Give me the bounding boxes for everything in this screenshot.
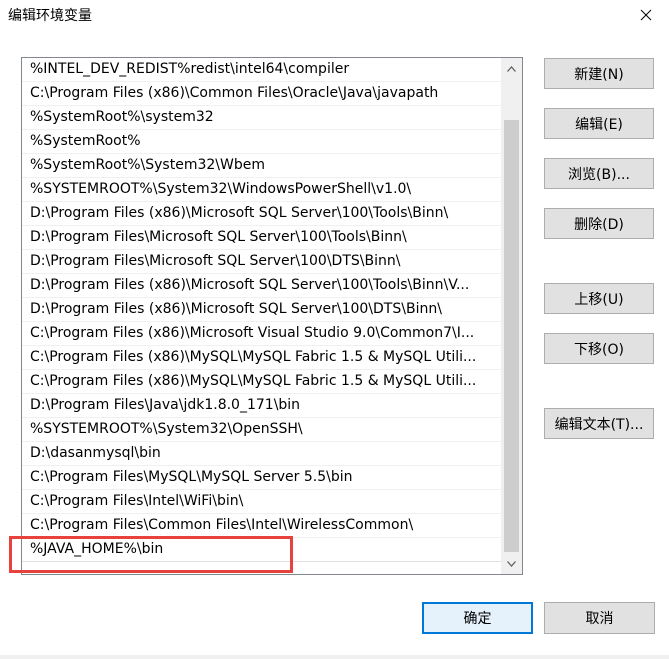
path-list-item[interactable]: D:\Program Files (x86)\Microsoft SQL Ser… bbox=[22, 274, 501, 298]
delete-button[interactable]: 删除(D) bbox=[544, 208, 654, 239]
new-button[interactable]: 新建(N) bbox=[544, 58, 654, 89]
bottom-divider bbox=[0, 655, 669, 659]
scroll-up-button[interactable] bbox=[501, 60, 522, 77]
path-list-item[interactable]: D:\Program Files (x86)\Microsoft SQL Ser… bbox=[22, 298, 501, 322]
path-list-item[interactable]: C:\Program Files (x86)\MySQL\MySQL Fabri… bbox=[22, 346, 501, 370]
path-list-item[interactable]: %SystemRoot%\system32 bbox=[22, 106, 501, 130]
path-list-item[interactable]: %JAVA_HOME%\bin bbox=[22, 538, 501, 562]
title-bar: 编辑环境变量 bbox=[0, 0, 669, 30]
browse-button[interactable]: 浏览(B)... bbox=[544, 158, 654, 189]
move-down-button[interactable]: 下移(O) bbox=[544, 333, 654, 364]
path-list-item[interactable]: C:\Program Files (x86)\Common Files\Orac… bbox=[22, 82, 501, 106]
path-list-item[interactable]: %SystemRoot%\System32\Wbem bbox=[22, 154, 501, 178]
chevron-up-icon bbox=[507, 65, 516, 72]
path-list-item[interactable]: C:\Program Files\Common Files\Intel\Wire… bbox=[22, 514, 501, 538]
cancel-button[interactable]: 取消 bbox=[544, 602, 655, 634]
path-list-item[interactable]: %SYSTEMROOT%\System32\WindowsPowerShell\… bbox=[22, 178, 501, 202]
path-list-item[interactable]: D:\Program Files\Java\jdk1.8.0_171\bin bbox=[22, 394, 501, 418]
scroll-thumb[interactable] bbox=[504, 120, 519, 552]
move-up-button[interactable]: 上移(U) bbox=[544, 283, 654, 314]
path-list-item[interactable]: C:\Program Files\Intel\WiFi\bin\ bbox=[22, 490, 501, 514]
path-list-item[interactable]: D:\Program Files\Microsoft SQL Server\10… bbox=[22, 250, 501, 274]
path-list-item[interactable]: C:\Program Files\MySQL\MySQL Server 5.5\… bbox=[22, 466, 501, 490]
path-list-item[interactable]: D:\dasanmysql\bin bbox=[22, 442, 501, 466]
edit-button[interactable]: 编辑(E) bbox=[544, 108, 654, 139]
path-list-item[interactable]: C:\Program Files (x86)\MySQL\MySQL Fabri… bbox=[22, 370, 501, 394]
path-list-item[interactable]: %SYSTEMROOT%\System32\OpenSSH\ bbox=[22, 418, 501, 442]
path-list-item[interactable] bbox=[22, 562, 501, 574]
path-list-item[interactable]: %SystemRoot% bbox=[22, 130, 501, 154]
path-list-item[interactable]: %INTEL_DEV_REDIST%redist\intel64\compile… bbox=[22, 58, 501, 82]
path-list-item[interactable]: D:\Program Files (x86)\Microsoft SQL Ser… bbox=[22, 202, 501, 226]
ok-button[interactable]: 确定 bbox=[422, 602, 533, 634]
path-list-item[interactable]: C:\Program Files (x86)\Microsoft Visual … bbox=[22, 322, 501, 346]
path-list-item[interactable]: D:\Program Files\Microsoft SQL Server\10… bbox=[22, 226, 501, 250]
edit-text-button[interactable]: 编辑文本(T)... bbox=[544, 408, 654, 439]
path-list-items: %INTEL_DEV_REDIST%redist\intel64\compile… bbox=[22, 58, 501, 574]
chevron-down-icon bbox=[507, 560, 516, 567]
scroll-down-button[interactable] bbox=[501, 555, 522, 572]
vertical-scrollbar[interactable] bbox=[501, 58, 522, 574]
close-button[interactable] bbox=[623, 0, 669, 30]
close-icon bbox=[640, 9, 652, 21]
path-list[interactable]: %INTEL_DEV_REDIST%redist\intel64\compile… bbox=[21, 57, 523, 575]
window-title: 编辑环境变量 bbox=[8, 8, 92, 24]
